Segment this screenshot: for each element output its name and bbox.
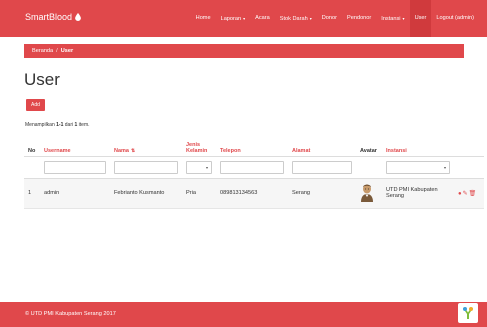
table-row: 1 admin Febrianto Kusmanto Pria 08981313… xyxy=(24,178,484,209)
brand-name: SmartBlood xyxy=(25,12,73,22)
avatar xyxy=(361,184,373,202)
add-button[interactable]: Add xyxy=(26,99,45,111)
pencil-icon[interactable]: ✎ xyxy=(463,191,468,197)
breadcrumb-separator: / xyxy=(56,48,58,54)
nav-item-acara[interactable]: Acara xyxy=(250,0,275,37)
trash-icon[interactable]: 🗑 xyxy=(469,191,477,197)
username-filter-input[interactable] xyxy=(44,160,106,174)
column-header-no: No xyxy=(24,131,40,157)
nama-filter-input[interactable] xyxy=(114,160,178,174)
column-header-username[interactable]: Username xyxy=(40,131,110,157)
instansi-filter-select[interactable] xyxy=(386,160,450,174)
footer: © UTD PMI Kabupaten Serang 2017 xyxy=(0,302,487,327)
eye-icon[interactable]: ● xyxy=(458,191,462,197)
column-header-actions xyxy=(454,131,484,157)
column-header-jenis-kelamin[interactable]: Jenis Kelamin xyxy=(182,131,216,157)
alamat-filter-input[interactable] xyxy=(292,160,352,174)
breadcrumb-home[interactable]: Beranda xyxy=(32,48,53,54)
nav-item-stok-darah[interactable]: Stok Darah ▾ xyxy=(275,0,317,37)
footer-text: © UTD PMI Kabupaten Serang 2017 xyxy=(25,311,116,317)
cell-telepon: 089813134563 xyxy=(216,178,288,209)
blood-drop-icon xyxy=(75,13,81,21)
sort-icon: ⇅ xyxy=(130,147,136,154)
yii-logo-icon[interactable] xyxy=(458,303,478,323)
telepon-filter-input[interactable] xyxy=(220,160,284,174)
column-header-alamat[interactable]: Alamat xyxy=(288,131,356,157)
user-table: No Username Nama ⇅ Jenis Kelamin Telepon … xyxy=(24,131,484,209)
chevron-down-icon: ▾ xyxy=(243,16,246,21)
cell-alamat: Serang xyxy=(288,178,356,209)
cell-avatar xyxy=(356,178,382,209)
jenis-kelamin-filter-select[interactable] xyxy=(186,160,212,174)
cell-username: admin xyxy=(40,178,110,209)
chevron-down-icon: ▾ xyxy=(309,16,312,21)
column-header-avatar: Avatar xyxy=(356,131,382,157)
summary-text: Menampilkan 1-1 dari 1 item. xyxy=(25,122,90,128)
chevron-down-icon: ▾ xyxy=(402,16,405,21)
cell-instansi: UTD PMI Kabupaten Serang xyxy=(382,178,454,209)
column-header-telepon[interactable]: Telepon xyxy=(216,131,288,157)
yii-logo-mark xyxy=(463,307,473,319)
column-header-nama[interactable]: Nama ⇅ xyxy=(110,131,182,157)
nav-menu: Home Laporan ▾ Acara Stok Darah ▾ Donor Pe… xyxy=(191,0,479,37)
nav-item-laporan[interactable]: Laporan ▾ xyxy=(216,0,251,37)
nav-item-pendonor[interactable]: Pendonor xyxy=(342,0,376,37)
cell-no: 1 xyxy=(24,178,40,209)
brand[interactable]: SmartBlood xyxy=(25,12,81,22)
navbar: SmartBlood Home Laporan ▾ Acara Stok Dara… xyxy=(0,0,487,37)
cell-nama: Febrianto Kusmanto xyxy=(110,178,182,209)
filter-row xyxy=(24,156,484,179)
breadcrumb-current: User xyxy=(60,48,74,54)
cell-actions: ●✎🗑 xyxy=(454,178,484,209)
nav-item-user[interactable]: User xyxy=(409,0,432,37)
table-header-row: No Username Nama ⇅ Jenis Kelamin Telepon … xyxy=(24,131,484,157)
breadcrumb: Beranda / User xyxy=(24,44,464,58)
nav-item-home[interactable]: Home xyxy=(191,0,216,37)
cell-jenis-kelamin: Pria xyxy=(182,178,216,209)
nav-item-logout[interactable]: Logout (admin) xyxy=(431,0,479,37)
nav-item-donor[interactable]: Donor xyxy=(317,0,342,37)
nav-item-instansi[interactable]: Instansi ▾ xyxy=(376,0,409,37)
page-title: User xyxy=(24,70,60,89)
column-header-instansi[interactable]: Instansi xyxy=(382,131,454,157)
